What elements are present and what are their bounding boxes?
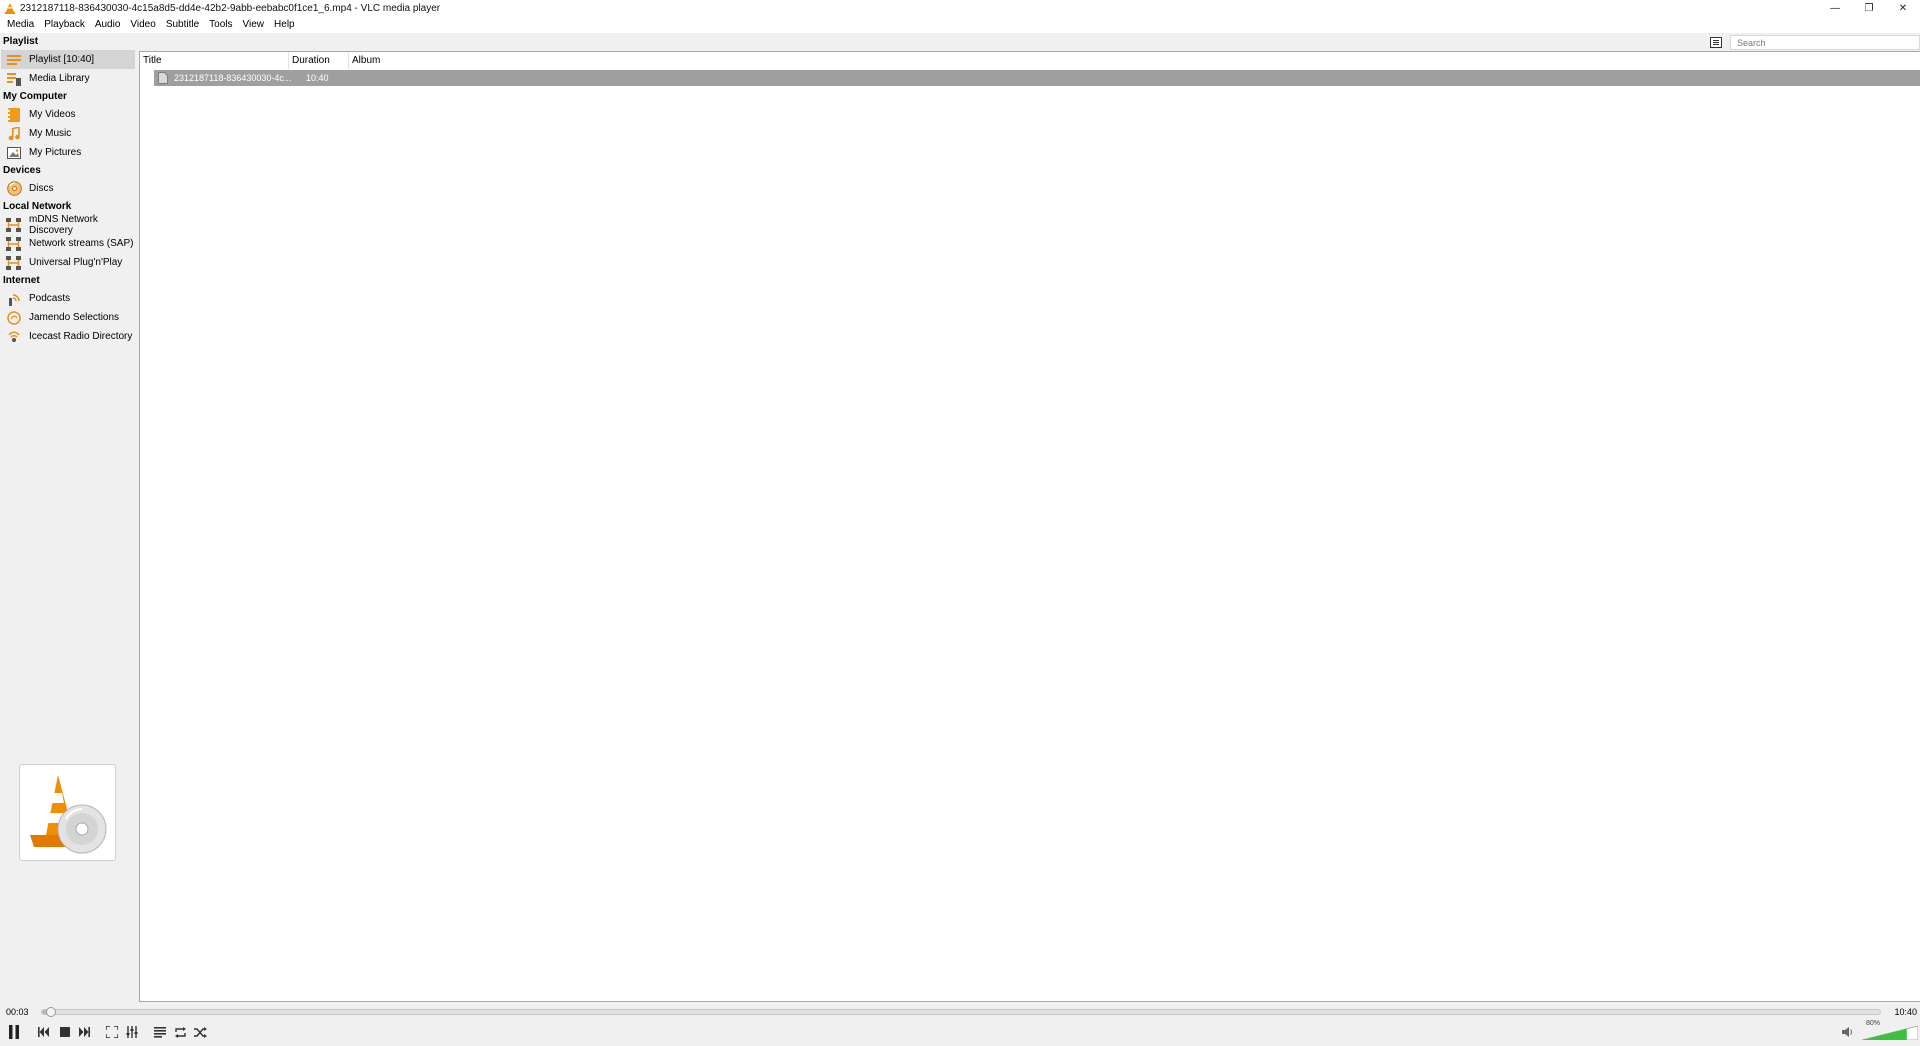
menu-help[interactable]: Help — [269, 16, 300, 33]
stop-icon — [60, 1027, 70, 1037]
podcast-icon — [6, 291, 22, 307]
sidebar-item-discs[interactable]: Discs — [0, 179, 138, 198]
icecast-icon — [6, 329, 22, 345]
speaker-icon — [1842, 1027, 1852, 1037]
sidebar-item-label: Playlist [10:40] — [29, 54, 95, 65]
playlist-header: Title Duration Album — [140, 52, 1920, 69]
menu-subtitle[interactable]: Subtitle — [161, 16, 204, 33]
title-bar: 2312187118-836430030-4c15a8d5-dd4e-42b2-… — [0, 0, 1920, 16]
next-icon — [79, 1027, 90, 1037]
fullscreen-icon — [106, 1026, 118, 1038]
volume-level — [1862, 1028, 1907, 1040]
fullscreen-button[interactable] — [105, 1023, 119, 1041]
menu-media[interactable]: Media — [2, 16, 39, 33]
section-header-devices: Devices — [3, 165, 41, 176]
section-header-internet: Internet — [3, 275, 40, 286]
network-icon — [6, 255, 22, 271]
sidebar-item-label: Podcasts — [29, 293, 71, 304]
section-header-my-computer: My Computer — [3, 91, 67, 102]
menu-audio[interactable]: Audio — [90, 16, 126, 33]
total-time: 10:40 — [1894, 1007, 1917, 1017]
sidebar-item-label: Discs — [29, 183, 54, 194]
shuffle-button[interactable] — [193, 1023, 207, 1041]
search-box — [1730, 35, 1920, 50]
next-button[interactable] — [77, 1023, 91, 1041]
sidebar-item-label: Jamendo Selections — [29, 312, 120, 323]
window-title: 2312187118-836430030-4c15a8d5-dd4e-42b2-… — [20, 2, 441, 14]
current-time: 00:03 — [6, 1007, 29, 1017]
sidebar-item-mdns[interactable]: mDNS Network Discovery — [0, 213, 138, 236]
shuffle-icon — [193, 1026, 207, 1038]
row-duration: 10:40 — [306, 73, 329, 83]
sidebar-item-my-videos[interactable]: My Videos — [0, 105, 138, 124]
sidebar-item-label: Media Library — [29, 73, 90, 84]
playlist-icon — [6, 52, 22, 68]
view-toggle-icon[interactable] — [1709, 36, 1723, 49]
previous-button[interactable] — [37, 1023, 51, 1041]
menu-tools[interactable]: Tools — [204, 16, 237, 33]
seek-row: 00:03 10:40 — [0, 1004, 1920, 1020]
column-album[interactable]: Album — [349, 52, 469, 69]
column-title[interactable]: Title — [140, 52, 289, 69]
previous-icon — [38, 1027, 49, 1037]
sidebar-item-label: My Pictures — [29, 147, 82, 158]
section-header-local-network: Local Network — [3, 201, 72, 212]
sidebar-item-jamendo[interactable]: Jamendo Selections — [0, 308, 138, 327]
playlist-toggle-button[interactable] — [153, 1023, 167, 1041]
menu-view[interactable]: View — [238, 16, 270, 33]
sidebar-item-label: mDNS Network Discovery — [29, 213, 98, 236]
minimize-button[interactable]: — — [1818, 0, 1852, 16]
search-input[interactable] — [1731, 37, 1919, 48]
sidebar-item-podcasts[interactable]: Podcasts — [0, 289, 138, 308]
close-button[interactable]: ✕ — [1886, 0, 1920, 16]
media-library-icon — [6, 71, 22, 87]
stop-button[interactable] — [58, 1023, 72, 1041]
column-duration[interactable]: Duration — [289, 52, 349, 69]
restore-button[interactable]: ❐ — [1852, 0, 1886, 16]
sidebar-item-icecast[interactable]: Icecast Radio Directory — [0, 327, 138, 346]
section-header-playlist: Playlist — [3, 36, 39, 47]
equalizer-icon — [126, 1026, 138, 1038]
loop-button[interactable] — [173, 1023, 187, 1041]
volume-slider[interactable] — [1861, 1025, 1919, 1041]
album-art — [19, 764, 116, 861]
sidebar-item-media-library[interactable]: Media Library — [0, 69, 138, 88]
seek-handle[interactable] — [46, 1007, 57, 1017]
network-icon — [6, 236, 22, 252]
controls-bar: 80% — [0, 1020, 1920, 1046]
sidebar-item-label: Universal Plug'n'Play — [29, 257, 123, 268]
sidebar-item-label: My Music — [29, 128, 72, 139]
playlist-view: Title Duration Album 2312187118-83643003… — [139, 51, 1920, 1002]
seek-slider[interactable] — [41, 1007, 1881, 1017]
sidebar-item-label: My Videos — [29, 109, 76, 120]
loop-icon — [174, 1026, 186, 1038]
sidebar-item-label: Network streams (SAP) — [29, 238, 134, 249]
playlist-row[interactable]: 2312187118-836430030-4c... 10:40 — [154, 70, 1920, 86]
row-title: 2312187118-836430030-4c... — [174, 73, 292, 83]
sidebar-item-upnp[interactable]: Universal Plug'n'Play — [0, 253, 138, 272]
pictures-icon — [6, 145, 22, 161]
sidebar-item-sap[interactable]: Network streams (SAP) — [0, 234, 138, 253]
mute-button[interactable] — [1842, 1026, 1854, 1038]
music-icon — [6, 126, 22, 142]
sidebar-item-my-pictures[interactable]: My Pictures — [0, 143, 138, 162]
menu-video[interactable]: Video — [125, 16, 160, 33]
menu-playback[interactable]: Playback — [39, 16, 90, 33]
menu-bar: Media Playback Audio Video Subtitle Tool… — [0, 16, 1920, 33]
sidebar-item-label: Icecast Radio Directory — [29, 331, 133, 342]
playlist-icon — [154, 1026, 166, 1038]
sidebar-item-playlist[interactable]: Playlist [10:40] — [1, 50, 135, 69]
vlc-cone-disc-icon — [29, 774, 106, 853]
file-icon — [156, 71, 170, 85]
videos-icon — [6, 107, 22, 123]
extended-settings-button[interactable] — [125, 1023, 139, 1041]
jamendo-icon — [6, 310, 22, 326]
sidebar-item-my-music[interactable]: My Music — [0, 124, 138, 143]
disc-icon — [6, 181, 22, 197]
vlc-cone-icon — [4, 2, 16, 14]
sidebar: Playlist Playlist [10:40] Media Library … — [0, 33, 138, 1001]
pause-icon — [9, 1025, 19, 1039]
pause-button[interactable] — [6, 1023, 22, 1041]
network-icon — [6, 217, 22, 233]
